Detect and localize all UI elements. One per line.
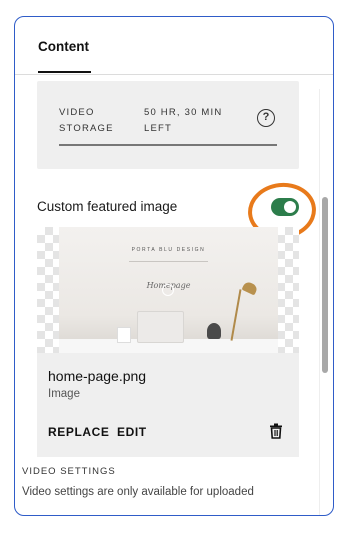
thumbnail-brand-text: PORTA BLU DESIGN — [131, 247, 206, 253]
image-thumbnail[interactable]: PORTA BLU DESIGN Homepage — [59, 227, 278, 353]
content-panel: Content VIDEO STORAGE 50 HR, 30 MIN LEFT… — [14, 16, 334, 516]
focal-point-icon[interactable] — [162, 284, 174, 296]
storage-bar — [59, 144, 277, 146]
question-circle-icon[interactable]: ? — [257, 109, 275, 127]
thumbnail-divider — [129, 261, 208, 262]
trash-icon[interactable] — [269, 423, 283, 439]
pencil-cup-graphic — [117, 327, 131, 343]
video-settings-heading: VIDEO SETTINGS — [22, 466, 116, 477]
scroll-area[interactable]: VIDEO STORAGE 50 HR, 30 MIN LEFT ? Custo… — [15, 74, 333, 515]
video-settings-text: Video settings are only available for up… — [22, 486, 254, 498]
video-storage-label: VIDEO STORAGE — [59, 107, 114, 134]
file-type: Image — [48, 388, 80, 400]
laptop-graphic — [137, 311, 184, 343]
plant-graphic — [207, 323, 221, 339]
custom-featured-image-label: Custom featured image — [37, 199, 178, 214]
scrollbar-track[interactable] — [319, 89, 330, 515]
edit-button[interactable]: EDIT — [117, 425, 147, 439]
featured-image-card: PORTA BLU DESIGN Homepage home-page.png … — [37, 227, 299, 457]
tab-bar: Content — [15, 17, 333, 75]
lamp-arm-graphic — [230, 289, 242, 341]
tab-content[interactable]: Content — [38, 39, 89, 54]
active-tab-indicator — [38, 71, 91, 73]
file-name: home-page.png — [48, 368, 147, 384]
video-storage-value: 50 HR, 30 MIN LEFT — [144, 107, 223, 134]
replace-button[interactable]: REPLACE — [48, 425, 110, 439]
scrollbar-thumb[interactable] — [322, 197, 328, 373]
video-storage-card: VIDEO STORAGE 50 HR, 30 MIN LEFT ? — [37, 81, 299, 169]
